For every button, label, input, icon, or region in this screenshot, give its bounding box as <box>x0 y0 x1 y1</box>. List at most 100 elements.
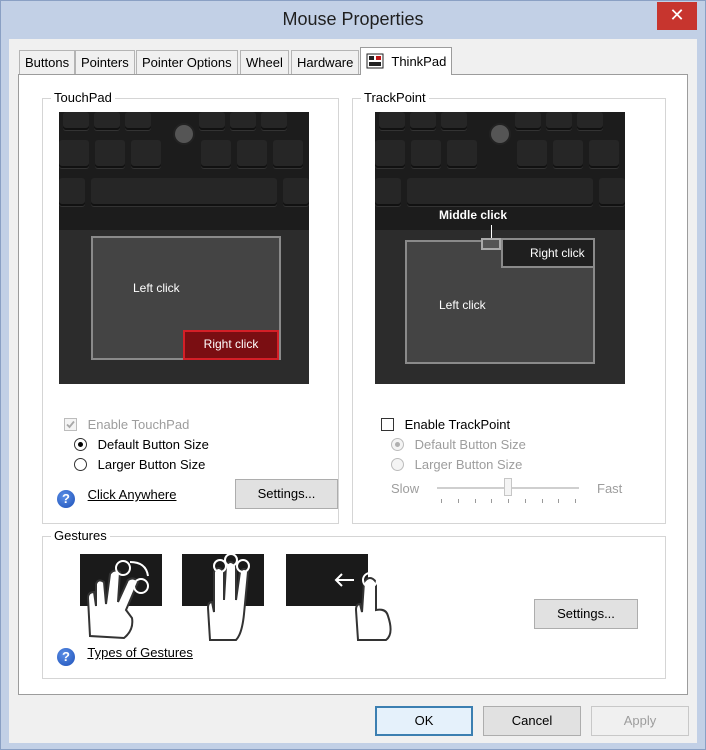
keyboard-key <box>515 112 541 130</box>
touchpad-settings-button-label: Settings... <box>257 486 316 501</box>
speed-slider[interactable] <box>435 475 585 505</box>
trackpoint-illustration: Middle click Right click Left click <box>375 112 625 384</box>
keyboard-key <box>441 112 467 130</box>
tab-buttons[interactable]: Buttons <box>19 50 76 74</box>
types-of-gestures-help[interactable]: ? Types of Gestures <box>57 645 193 666</box>
slider-ticks <box>435 499 585 504</box>
dialog-client: Buttons Pointers Pointer Options Wheel H… <box>9 39 697 743</box>
click-anywhere-help[interactable]: ? Click Anywhere <box>57 487 177 508</box>
trackpoint-default-size-radio[interactable]: Default Button Size <box>391 437 526 452</box>
slider-tick <box>474 499 476 503</box>
slider-tick <box>575 499 576 503</box>
enable-trackpoint-checkbox[interactable]: Enable TrackPoint <box>381 417 510 432</box>
click-anywhere-link[interactable]: Click Anywhere <box>88 487 177 502</box>
window-frame: Mouse Properties ✕ Buttons Pointers Poin… <box>0 0 706 750</box>
speed-fast-label: Fast <box>597 481 623 496</box>
keyboard-key <box>379 112 405 130</box>
enable-touchpad-checkbox[interactable]: Enable TouchPad <box>64 417 189 432</box>
tab-label: Hardware <box>297 55 354 70</box>
keyboard-key <box>447 140 477 168</box>
keyboard-key <box>517 140 547 168</box>
keyboard-key <box>125 112 151 130</box>
touchpad-larger-size-label: Larger Button Size <box>97 457 206 472</box>
gestures-settings-button-label: Settings... <box>557 606 615 621</box>
slider-tick <box>541 499 543 503</box>
slider-tick <box>491 499 493 503</box>
apply-button[interactable]: Apply <box>591 706 689 736</box>
right-click-label: Right click <box>203 337 259 351</box>
radio-dot <box>391 458 404 471</box>
types-of-gestures-link[interactable]: Types of Gestures <box>87 645 193 660</box>
keyboard-key <box>63 112 89 130</box>
trackpoint-default-size-label: Default Button Size <box>414 437 526 452</box>
cancel-button[interactable]: Cancel <box>483 706 581 736</box>
keyboard-key <box>577 112 603 130</box>
touchpad-settings-button[interactable]: Settings... <box>235 479 338 509</box>
middle-click-label: Middle click <box>439 208 508 222</box>
keyboard-key <box>553 140 583 168</box>
keyboard-key <box>94 112 120 130</box>
help-icon: ? <box>57 648 75 666</box>
middle-click-pointer <box>491 225 492 239</box>
slider-tick <box>558 499 560 503</box>
touchpad-group: TouchPad Left click Right click Enable T… <box>42 90 339 524</box>
thinkpad-icon <box>366 53 384 69</box>
title-bar[interactable]: Mouse Properties ✕ <box>1 1 705 39</box>
trackpoint-nub-icon <box>175 125 193 143</box>
tab-thinkpad[interactable]: ThinkPad <box>360 47 453 75</box>
tab-pointers[interactable]: Pointers <box>75 50 135 74</box>
spacebar-key <box>91 178 277 206</box>
tab-label: ThinkPad <box>391 54 447 69</box>
touchpad-default-size-radio[interactable]: Default Button Size <box>74 437 209 452</box>
tab-pointer-options[interactable]: Pointer Options <box>136 50 238 74</box>
trackpoint-nub-icon <box>491 125 509 143</box>
keyboard-key <box>375 140 405 168</box>
slider-thumb[interactable] <box>504 478 512 496</box>
keyboard-key <box>199 112 225 130</box>
tab-label: Buttons <box>25 55 70 70</box>
tab-label: Wheel <box>246 55 283 70</box>
radio-dot <box>74 438 87 451</box>
tab-hardware[interactable]: Hardware <box>291 50 360 74</box>
one-finger-swipe-icon <box>286 554 392 641</box>
keyboard-key <box>95 140 125 168</box>
right-click-zone: Right click <box>183 330 279 360</box>
close-icon: ✕ <box>669 5 685 25</box>
checkbox-box <box>64 418 77 431</box>
keyboard-key <box>411 140 441 168</box>
right-click-label: Right click <box>530 246 585 260</box>
trackpoint-larger-size-label: Larger Button Size <box>414 457 523 472</box>
tab-label: Pointer Options <box>142 55 232 70</box>
keyboard-key <box>589 140 619 168</box>
middle-click-zone <box>481 238 501 250</box>
keyboard-key <box>410 112 436 130</box>
enable-trackpoint-label: Enable TrackPoint <box>404 417 511 432</box>
apply-button-label: Apply <box>623 713 657 728</box>
window-title: Mouse Properties <box>282 9 424 29</box>
keyboard-key <box>230 112 256 130</box>
trackpoint-group-label: TrackPoint <box>361 90 429 105</box>
left-click-label: Left click <box>439 298 486 312</box>
touchpad-larger-size-radio[interactable]: Larger Button Size <box>74 457 205 472</box>
ok-button[interactable]: OK <box>375 706 473 736</box>
slider-tick <box>524 499 526 503</box>
touchpad-illustration: Left click Right click <box>59 112 309 384</box>
keyboard-key <box>273 140 303 168</box>
ok-button-label: OK <box>414 713 434 728</box>
gestures-settings-button[interactable]: Settings... <box>534 599 638 629</box>
trackpoint-group: TrackPoint Middle click Right click Left… <box>352 90 666 524</box>
left-click-label: Left click <box>133 281 180 295</box>
spacebar-key <box>407 178 593 206</box>
help-icon: ? <box>57 490 75 508</box>
keyboard-key <box>59 178 85 206</box>
trackpoint-larger-size-radio[interactable]: Larger Button Size <box>391 457 522 472</box>
keyboard-key <box>375 178 401 206</box>
close-button[interactable]: ✕ <box>657 2 697 30</box>
enable-touchpad-label: Enable TouchPad <box>87 417 190 432</box>
radio-dot <box>74 458 87 471</box>
radio-dot <box>391 438 404 451</box>
gestures-group: Gestures ? Types of Gestures Settings... <box>42 528 666 679</box>
tab-wheel[interactable]: Wheel <box>240 50 289 74</box>
touchpad-default-size-label: Default Button Size <box>97 437 209 452</box>
thinkpad-tab-panel: TouchPad Left click Right click Enable T… <box>18 74 688 695</box>
